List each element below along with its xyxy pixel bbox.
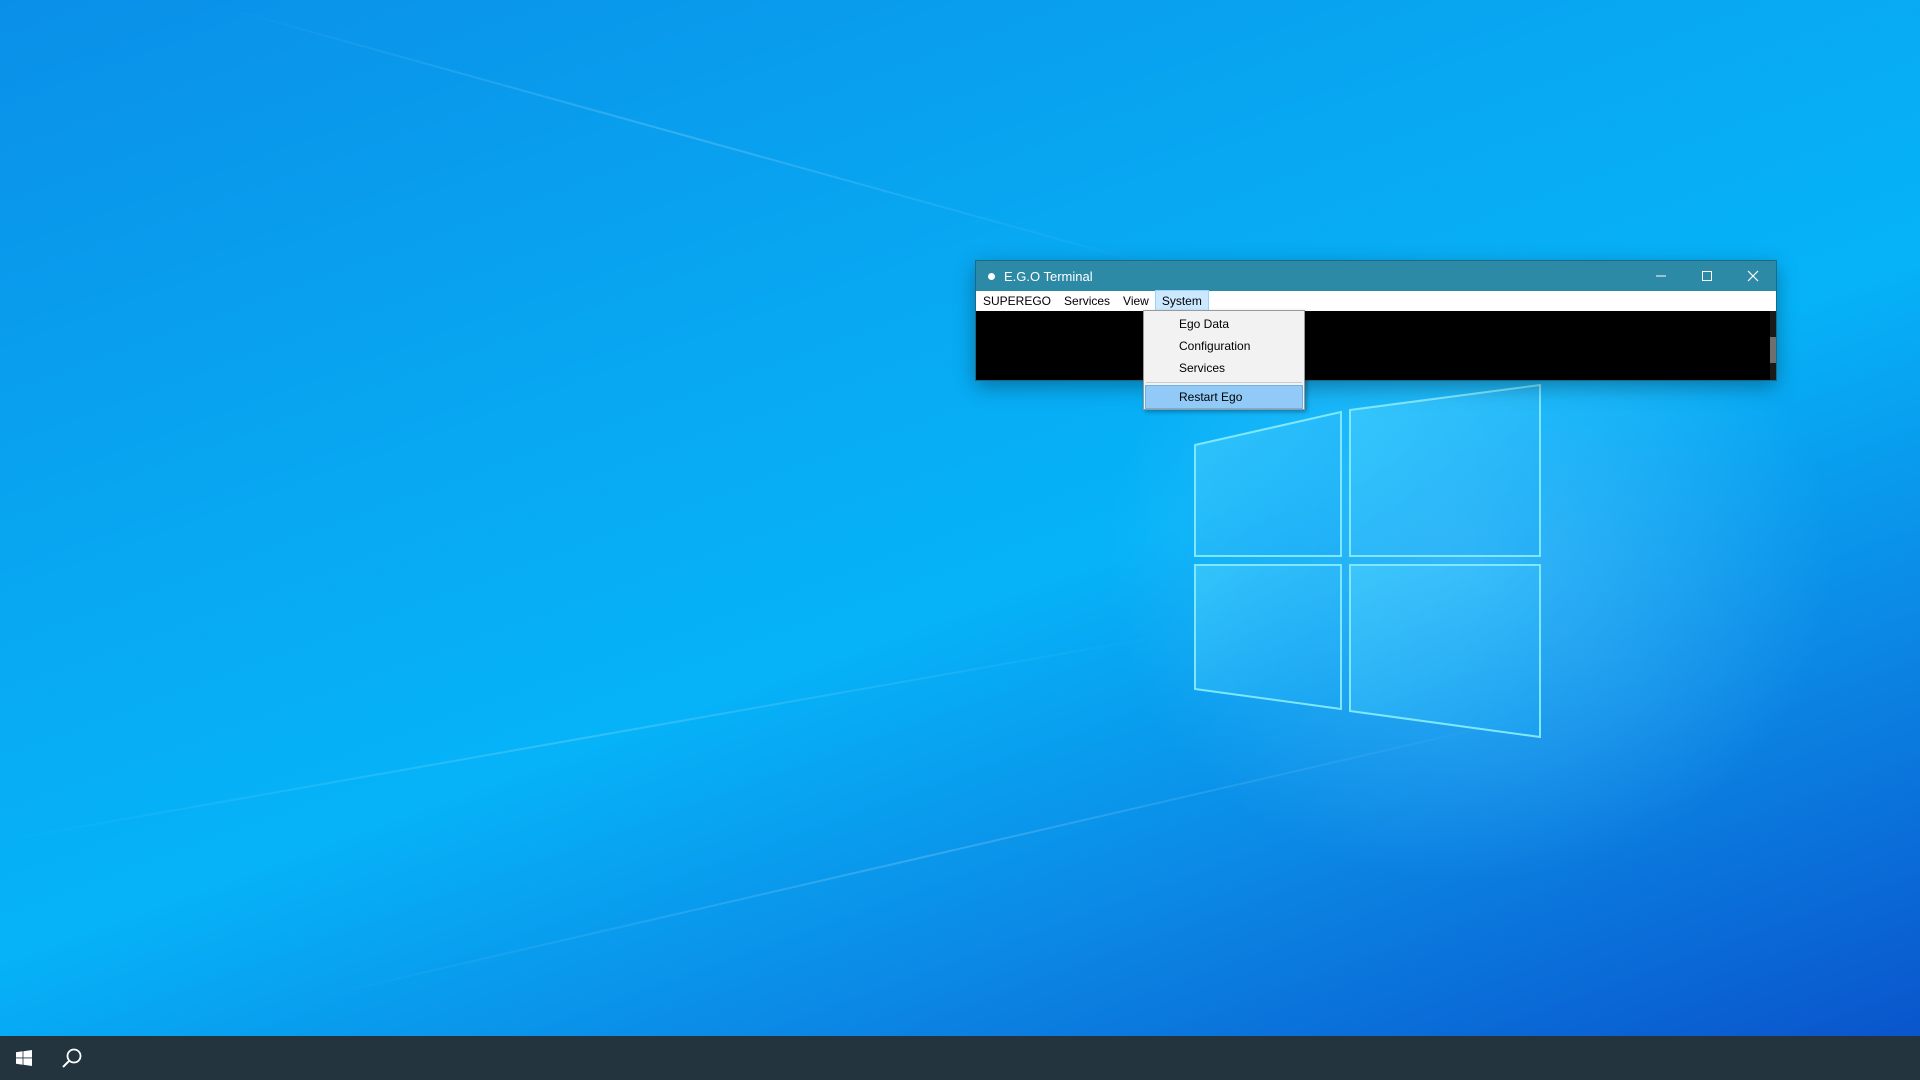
menu-system[interactable]: System	[1154, 290, 1209, 312]
desktop-wallpaper	[0, 0, 1920, 1036]
menu-bar: SUPEREGO Services View System	[976, 290, 1776, 312]
menu-separator	[1146, 382, 1302, 383]
window-title: E.G.O Terminal	[1004, 268, 1093, 284]
menu-item-configuration[interactable]: Configuration	[1146, 335, 1302, 357]
search-icon	[62, 1048, 82, 1068]
menu-superego[interactable]: SUPEREGO	[977, 291, 1057, 311]
app-icon	[988, 272, 995, 280]
minimize-button[interactable]	[1638, 261, 1684, 291]
minimize-icon	[1656, 275, 1666, 277]
vertical-scrollbar[interactable]	[1770, 311, 1776, 380]
close-icon	[1747, 270, 1759, 282]
maximize-icon	[1702, 271, 1712, 281]
menu-item-ego-data[interactable]: Ego Data	[1146, 313, 1302, 335]
windows-start-icon	[16, 1050, 32, 1066]
taskbar	[0, 1036, 1920, 1080]
menu-item-restart-ego[interactable]: Restart Ego	[1145, 385, 1303, 409]
windows-logo-wallpaper	[1194, 383, 1541, 739]
system-menu-dropdown: Ego Data Configuration Services Restart …	[1143, 310, 1305, 410]
ego-terminal-window: E.G.O Terminal SUPEREGO Services View Sy…	[976, 261, 1776, 380]
scrollbar-thumb[interactable]	[1770, 337, 1776, 363]
terminal-output[interactable]	[976, 311, 1776, 380]
search-button[interactable]	[48, 1036, 96, 1080]
start-button[interactable]	[0, 1036, 48, 1080]
close-button[interactable]	[1730, 261, 1776, 291]
title-bar[interactable]: E.G.O Terminal	[976, 261, 1776, 291]
menu-services[interactable]: Services	[1058, 291, 1116, 311]
menu-view[interactable]: View	[1117, 291, 1155, 311]
menu-item-services[interactable]: Services	[1146, 357, 1302, 379]
maximize-button[interactable]	[1684, 261, 1730, 291]
